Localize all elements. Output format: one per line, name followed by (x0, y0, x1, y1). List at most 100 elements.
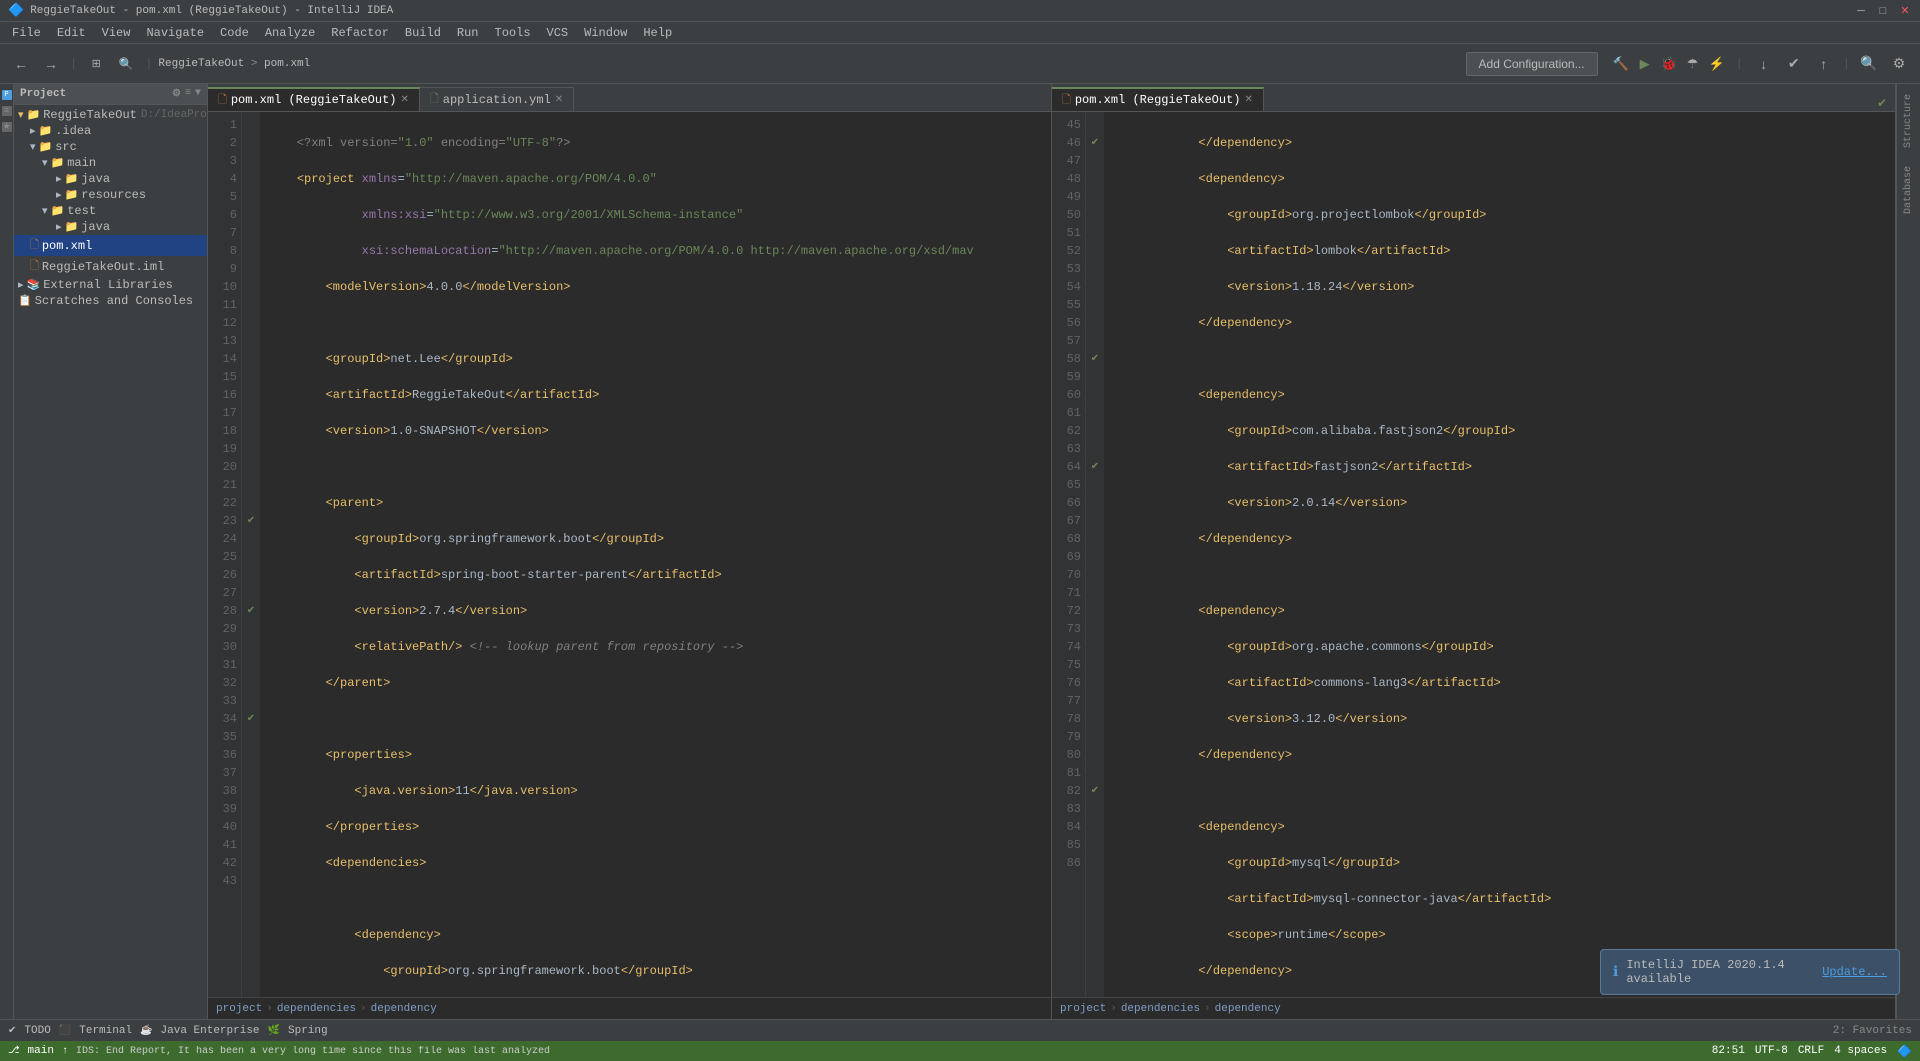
rgi-84 (1086, 818, 1104, 836)
menu-edit[interactable]: Edit (49, 24, 94, 42)
spring-button[interactable]: Spring (288, 1025, 328, 1037)
vcs-update-button[interactable]: ↓ (1751, 51, 1777, 77)
bc-right-dependency[interactable]: dependency (1215, 1003, 1281, 1015)
right-tab-pom-close[interactable]: ✕ (1245, 94, 1253, 106)
menu-analyze[interactable]: Analyze (257, 24, 323, 42)
maven-sidebar-icon[interactable] (1907, 1011, 1911, 1019)
menu-help[interactable]: Help (635, 24, 680, 42)
rln-86: 86 (1054, 854, 1081, 872)
project-name[interactable]: ReggieTakeOut (158, 58, 244, 70)
minimize-button[interactable]: ─ (1854, 4, 1868, 18)
ln-30: 30 (210, 638, 237, 656)
project-options-icon[interactable]: ≡ (185, 88, 191, 100)
tree-item-idea[interactable]: ▸ 📁 .idea (14, 123, 207, 139)
database-sidebar-icon[interactable]: Database (1901, 162, 1916, 218)
bc-left-project[interactable]: project (216, 1003, 262, 1015)
left-code-content[interactable]: <?xml version="1.0" encoding="UTF-8"?> <… (260, 112, 1051, 997)
left-tab-yml[interactable]: 🗋 application.yml ✕ (420, 87, 574, 111)
back-button[interactable]: ← (8, 51, 34, 77)
tree-item-java-test[interactable]: ▸ 📁 java (14, 219, 207, 235)
menu-build[interactable]: Build (397, 24, 449, 42)
structure-icon[interactable]: ≡ (2, 106, 12, 116)
code-line-3: xmlns:xsi="http://www.w3.org/2001/XMLSch… (268, 206, 1043, 224)
tree-item-external-libs[interactable]: ▸ 📚 External Libraries (14, 277, 207, 293)
search-everywhere-button[interactable]: 🔍 (113, 51, 139, 77)
tree-label-java: java (81, 172, 110, 186)
status-encoding[interactable]: UTF-8 (1755, 1045, 1788, 1057)
menu-refactor[interactable]: Refactor (323, 24, 397, 42)
menu-tools[interactable]: Tools (487, 24, 539, 42)
status-indent[interactable]: 4 spaces (1834, 1045, 1887, 1057)
build-button[interactable]: 🔨 (1610, 53, 1632, 75)
tree-item-test[interactable]: ▾ 📁 test (14, 203, 207, 219)
profiler-button[interactable]: ⚡ (1706, 53, 1728, 75)
left-tab-yml-close[interactable]: ✕ (555, 94, 563, 106)
menu-view[interactable]: View (94, 24, 139, 42)
project-sync-icon[interactable]: ⚙ (172, 88, 181, 100)
rgi-71 (1086, 584, 1104, 602)
tree-item-main[interactable]: ▾ 📁 main (14, 155, 207, 171)
menu-file[interactable]: File (4, 24, 49, 42)
notification-icon: ℹ (1613, 964, 1618, 981)
notification-update-link[interactable]: Update... (1822, 965, 1887, 979)
java-enterprise-button[interactable]: Java Enterprise (161, 1025, 260, 1037)
bc-right-project[interactable]: project (1060, 1003, 1106, 1015)
code-line-1: <?xml version="1.0" encoding="UTF-8"?> (268, 134, 1043, 152)
terminal-button[interactable]: Terminal (79, 1025, 132, 1037)
ln-16: 16 (210, 386, 237, 404)
menu-window[interactable]: Window (576, 24, 635, 42)
todo-button[interactable]: TODO (24, 1025, 50, 1037)
right-code-area[interactable]: 45 46 47 48 49 50 51 52 53 54 55 56 (1052, 112, 1895, 997)
run-controls: 🔨 ▶ 🐞 ☂ ⚡ (1610, 53, 1728, 75)
code-line-2: <project xmlns="http://maven.apache.org/… (268, 170, 1043, 188)
tree-item-iml[interactable]: 🗋 ReggieTakeOut.iml (14, 256, 207, 277)
rln-62: 62 (1054, 422, 1081, 440)
maximize-button[interactable]: □ (1876, 4, 1890, 18)
settings-button[interactable]: ⚙ (1886, 51, 1912, 77)
status-line-col[interactable]: 82:51 (1712, 1045, 1745, 1057)
rln-48: 48 (1054, 170, 1081, 188)
menu-vcs[interactable]: VCS (539, 24, 577, 42)
rgi-50 (1086, 206, 1104, 224)
find-button[interactable]: 🔍 (1856, 51, 1882, 77)
project-collapse-icon[interactable]: ▼ (195, 88, 201, 100)
right-code-content[interactable]: </dependency> <dependency> <groupId>org.… (1104, 112, 1895, 997)
coverage-button[interactable]: ☂ (1682, 53, 1704, 75)
menu-run[interactable]: Run (449, 24, 487, 42)
status-line-sep[interactable]: CRLF (1798, 1045, 1824, 1057)
tree-item-scratches[interactable]: 📋 Scratches and Consoles (14, 293, 207, 309)
add-configuration-button[interactable]: Add Configuration... (1466, 52, 1598, 76)
rgi-59 (1086, 368, 1104, 386)
menu-code[interactable]: Code (212, 24, 257, 42)
project-icon[interactable]: P (2, 90, 12, 100)
status-git-branch[interactable]: main (28, 1045, 54, 1057)
right-tab-pom-xml[interactable]: 🗋 pom.xml (ReggieTakeOut) ✕ (1052, 87, 1264, 111)
vcs-push-button[interactable]: ↑ (1811, 51, 1837, 77)
tree-item-pom-xml[interactable]: 🗋 pom.xml (14, 235, 207, 256)
left-tab-pom-close[interactable]: ✕ (401, 94, 409, 106)
forward-button[interactable]: → (38, 51, 64, 77)
recent-files-button[interactable]: ⊞ (83, 51, 109, 77)
close-button[interactable]: ✕ (1898, 4, 1912, 18)
favorites-icon[interactable]: ★ (2, 122, 12, 132)
bc-left-dependency[interactable]: dependency (371, 1003, 437, 1015)
structure-sidebar-icon[interactable]: Structure (1901, 90, 1916, 152)
run-button[interactable]: ▶ (1634, 53, 1656, 75)
project-panel-header: Project ⚙ ≡ ▼ (14, 84, 207, 105)
tree-item-java-main[interactable]: ▸ 📁 java (14, 171, 207, 187)
bc-right-dependencies[interactable]: dependencies (1121, 1003, 1200, 1015)
file-name[interactable]: pom.xml (264, 58, 310, 70)
ln-1: 1 (210, 116, 237, 134)
tree-item-src[interactable]: ▾ 📁 src (14, 139, 207, 155)
titlebar-controls[interactable]: ─ □ ✕ (1854, 4, 1912, 18)
menu-navigate[interactable]: Navigate (138, 24, 212, 42)
debug-button[interactable]: 🐞 (1658, 53, 1680, 75)
tree-item-resources[interactable]: ▸ 📁 resources (14, 187, 207, 203)
left-tab-pom-xml[interactable]: 🗋 pom.xml (ReggieTakeOut) ✕ (208, 87, 420, 111)
favorites-tab[interactable]: 2: Favorites (1833, 1025, 1912, 1037)
tree-item-root[interactable]: ▾ 📁 ReggieTakeOut D:/IdeaProject (14, 107, 207, 123)
folder-icon-java-test: 📁 (65, 220, 79, 234)
vcs-commit-button[interactable]: ✔ (1781, 51, 1807, 77)
left-code-area[interactable]: 1 2 3 4 5 6 7 8 9 10 11 12 13 (208, 112, 1051, 997)
bc-left-dependencies[interactable]: dependencies (277, 1003, 356, 1015)
